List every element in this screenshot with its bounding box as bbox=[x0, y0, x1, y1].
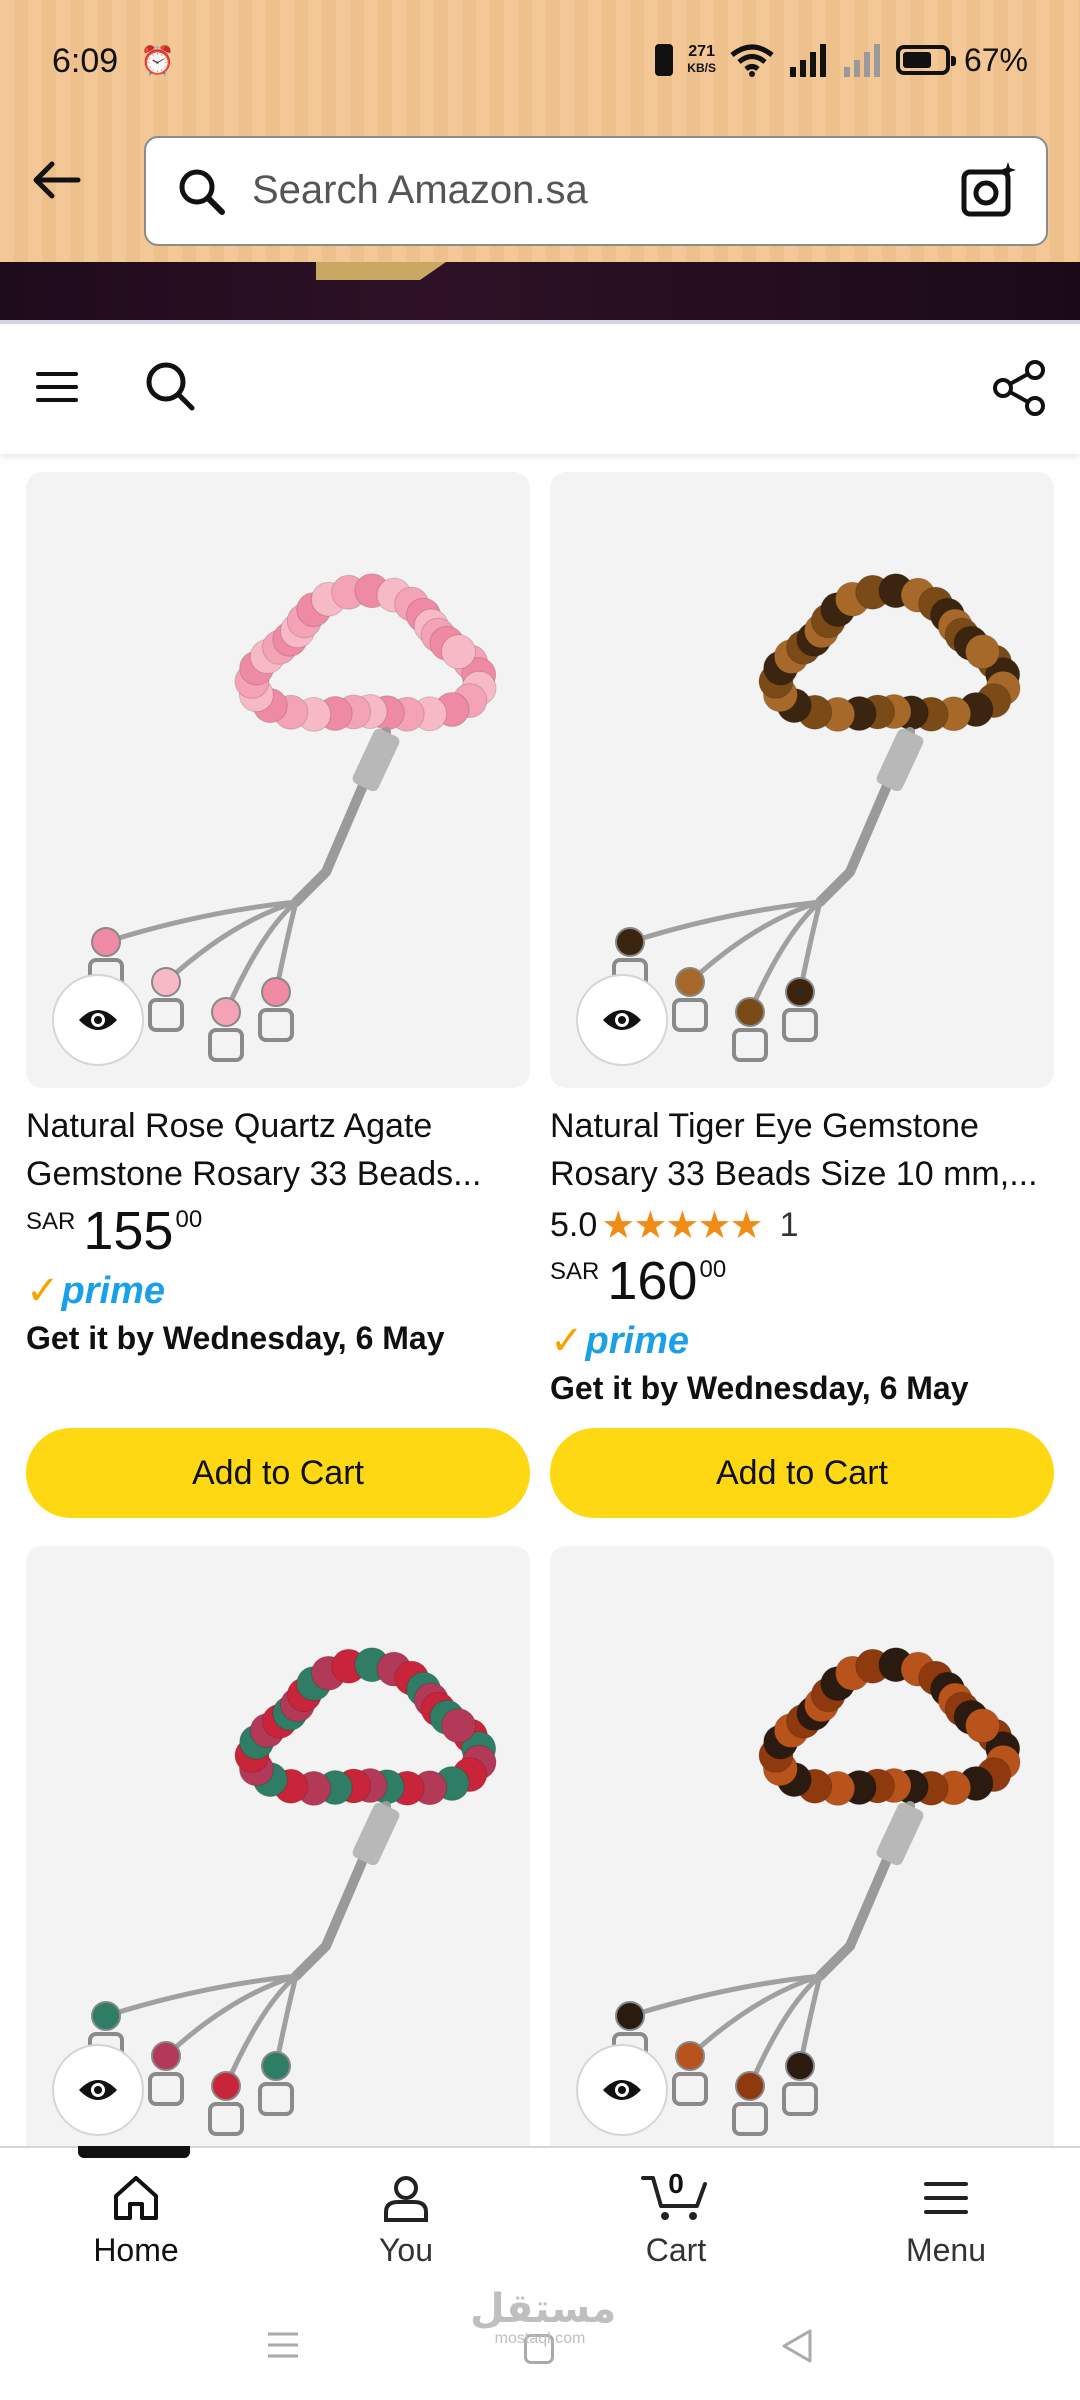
watermark-logo: مستقل mostaql.com bbox=[470, 2286, 617, 2348]
back-arrow-icon[interactable] bbox=[26, 150, 86, 210]
search-placeholder: Search Amazon.sa bbox=[252, 168, 588, 212]
price-fraction: 00 bbox=[175, 1206, 203, 1233]
product-image[interactable] bbox=[26, 1546, 530, 2162]
prime-check-icon: ✓ bbox=[550, 1319, 584, 1363]
nav-cart[interactable]: 0 Cart bbox=[586, 2168, 766, 2269]
signal-icon bbox=[788, 43, 828, 77]
nav-home[interactable]: Home bbox=[46, 2172, 226, 2269]
product-price: SAR 155 00 bbox=[26, 1202, 530, 1264]
eye-icon bbox=[79, 1010, 117, 1030]
user-icon bbox=[384, 2176, 428, 2222]
system-back-icon[interactable] bbox=[780, 2328, 814, 2369]
status-bar: 6:09 ⏰ 271 KB/S 67% bbox=[0, 0, 1080, 120]
store-search-icon[interactable] bbox=[142, 358, 198, 419]
menu-icon bbox=[924, 2182, 968, 2214]
product-card[interactable]: Natural Rose Quartz Agate Gemstone Rosar… bbox=[26, 472, 530, 1362]
delivery-date: Get it by Wednesday, 6 May bbox=[550, 1370, 969, 1406]
price-whole: 160 bbox=[607, 1251, 698, 1311]
add-to-cart-button[interactable]: Add to Cart bbox=[550, 1428, 1054, 1518]
price-whole: 155 bbox=[83, 1201, 174, 1261]
bottom-navigation: Home You 0 Cart Menu bbox=[0, 2146, 1080, 2292]
product-image[interactable] bbox=[26, 472, 530, 1088]
product-card[interactable]: Natural Tiger Eye Gemstone Rosary 33 Bea… bbox=[550, 472, 1054, 1412]
nav-menu[interactable]: Menu bbox=[856, 2172, 1036, 2269]
eye-icon bbox=[603, 2080, 641, 2100]
add-to-cart-button[interactable]: Add to Cart bbox=[26, 1428, 530, 1518]
network-speed-value: 271 bbox=[688, 43, 715, 60]
nav-label: You bbox=[379, 2232, 433, 2268]
product-price: SAR 160 00 bbox=[550, 1252, 1054, 1314]
search-input[interactable]: Search Amazon.sa bbox=[144, 136, 1048, 246]
nav-label: Home bbox=[93, 2232, 179, 2268]
product-card[interactable] bbox=[550, 1546, 1054, 2162]
network-speed-unit: KB/S bbox=[687, 61, 716, 75]
search-icon bbox=[176, 166, 228, 223]
quick-view-button[interactable] bbox=[52, 974, 144, 1066]
product-card[interactable] bbox=[26, 1546, 530, 2162]
prime-label: prime bbox=[61, 1270, 165, 1312]
product-title[interactable]: Natural Rose Quartz Agate Gemstone Rosar… bbox=[26, 1102, 530, 1198]
delivery-date: Get it by Wednesday, 6 May bbox=[26, 1320, 445, 1356]
recent-apps-icon[interactable] bbox=[266, 2328, 300, 2367]
network-speed: 271 KB/S bbox=[687, 44, 716, 76]
cart-count-badge: 0 bbox=[668, 2168, 684, 2199]
product-title[interactable]: Natural Tiger Eye Gemstone Rosary 33 Bea… bbox=[550, 1102, 1054, 1198]
price-fraction: 00 bbox=[699, 1256, 727, 1283]
watermark-url: mostaql.com bbox=[494, 2330, 586, 2347]
prime-check-icon: ✓ bbox=[26, 1269, 60, 1313]
nav-label: Menu bbox=[905, 2232, 987, 2268]
vibrate-icon bbox=[655, 44, 674, 76]
status-time: 6:09 bbox=[52, 42, 119, 80]
price-currency: SAR bbox=[550, 1258, 600, 1285]
quick-view-button[interactable] bbox=[576, 974, 668, 1066]
hamburger-menu-icon[interactable] bbox=[36, 366, 78, 413]
product-rating[interactable]: 5.0 ★★★★★ 1 bbox=[550, 1202, 1054, 1248]
eye-icon bbox=[603, 1010, 641, 1030]
camera-search-icon[interactable] bbox=[958, 160, 1020, 227]
watermark-arabic: مستقل bbox=[470, 2286, 617, 2332]
battery-icon bbox=[895, 45, 956, 75]
prime-badge: ✓ prime bbox=[26, 1268, 530, 1314]
price-currency: SAR bbox=[26, 1208, 76, 1235]
store-banner bbox=[0, 262, 1080, 320]
alarm-icon: ⏰ bbox=[140, 45, 175, 76]
prime-label: prime bbox=[585, 1320, 689, 1362]
status-icons: 271 KB/S 67% bbox=[655, 38, 1028, 82]
nav-label: Cart bbox=[645, 2232, 707, 2268]
wifi-icon bbox=[730, 43, 774, 77]
quick-view-button[interactable] bbox=[576, 2044, 668, 2136]
rating-count: 1 bbox=[779, 1205, 799, 1244]
store-toolbar bbox=[0, 324, 1080, 454]
share-icon[interactable] bbox=[990, 358, 1050, 423]
eye-icon bbox=[79, 2080, 117, 2100]
product-image[interactable] bbox=[550, 472, 1054, 1088]
quick-view-button[interactable] bbox=[52, 2044, 144, 2136]
home-icon bbox=[114, 2176, 158, 2220]
rating-score: 5.0 bbox=[550, 1205, 598, 1244]
prime-badge: ✓ prime bbox=[550, 1318, 1054, 1364]
star-rating-icon: ★★★★★ bbox=[601, 1204, 763, 1247]
active-tab-indicator bbox=[78, 2146, 190, 2158]
product-image[interactable] bbox=[550, 1546, 1054, 2162]
nav-you[interactable]: You bbox=[316, 2172, 496, 2269]
battery-percent: 67% bbox=[963, 41, 1028, 78]
app-header: 6:09 ⏰ 271 KB/S 67% Search Amazon.sa bbox=[0, 0, 1080, 262]
signal-secondary-icon bbox=[842, 43, 882, 77]
